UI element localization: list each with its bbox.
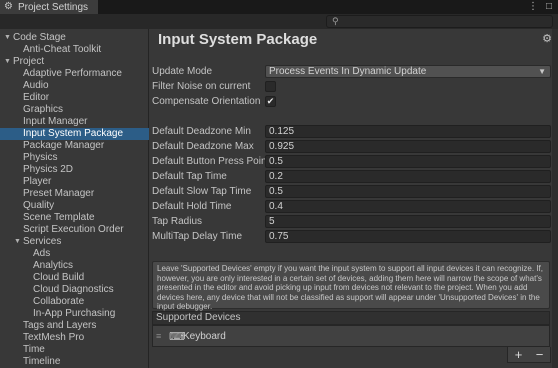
update-mode-dropdown[interactable]: Process Events In Dynamic Update ▼ xyxy=(265,65,551,78)
list-footer: + − xyxy=(507,347,551,363)
scrollbar[interactable] xyxy=(552,29,558,368)
settings-panel: Input System Package ⚙ Update Mode Proce… xyxy=(150,29,558,368)
sidebar-item-input-system-package[interactable]: Input System Package xyxy=(0,128,149,140)
search-icon: ⚲ xyxy=(332,16,339,26)
sidebar-item-time[interactable]: Time xyxy=(0,344,149,356)
button-press-point-label: Default Button Press Point xyxy=(152,156,270,167)
multitap-delay-label: MultiTap Delay Time xyxy=(152,231,243,242)
sidebar-item-code-stage[interactable]: ▼ Code Stage xyxy=(0,32,149,44)
search-input[interactable]: ⚲ xyxy=(326,15,553,28)
compensate-orientation-label: Compensate Orientation xyxy=(152,96,261,107)
sidebar-item-script-execution-order[interactable]: Script Execution Order xyxy=(0,224,149,236)
slow-tap-time-label: Default Slow Tap Time xyxy=(152,186,252,197)
filter-noise-label: Filter Noise on current xyxy=(152,81,251,92)
settings-cog-icon[interactable]: ⚙ xyxy=(542,32,552,45)
sidebar-item-ads[interactable]: Ads xyxy=(0,248,149,260)
window-tab-bar: ⚙ Project Settings ⋮ □ xyxy=(0,0,558,14)
button-press-point-field[interactable]: 0.5 xyxy=(265,155,551,168)
update-mode-label: Update Mode xyxy=(152,66,213,77)
device-label: Keyboard xyxy=(183,331,226,342)
deadzone-max-label: Default Deadzone Max xyxy=(152,141,254,152)
tap-radius-field[interactable]: 5 xyxy=(265,215,551,228)
expand-arrow-icon[interactable]: ▼ xyxy=(14,236,21,248)
close-icon[interactable]: □ xyxy=(546,1,552,12)
help-box: Leave 'Supported Devices' empty if you w… xyxy=(152,261,550,311)
multitap-delay-field[interactable]: 0.75 xyxy=(265,230,551,243)
search-row: ⚲ xyxy=(0,14,558,29)
chevron-down-icon: ▼ xyxy=(538,67,546,76)
sidebar-item-physics[interactable]: Physics xyxy=(0,152,149,164)
sidebar-item-cloud-diagnostics[interactable]: Cloud Diagnostics xyxy=(0,284,149,296)
tap-radius-label: Tap Radius xyxy=(152,216,203,227)
compensate-orientation-checkbox[interactable]: ✔ xyxy=(265,96,276,107)
sidebar-item-anti-cheat-toolkit[interactable]: Anti-Cheat Toolkit xyxy=(0,44,149,56)
sidebar-item-textmesh-pro[interactable]: TextMesh Pro xyxy=(0,332,149,344)
tap-time-label: Default Tap Time xyxy=(152,171,227,182)
sidebar-item-graphics[interactable]: Graphics xyxy=(0,104,149,116)
settings-sidebar: ▼ Code Stage Anti-Cheat Toolkit ▼ Project … xyxy=(0,29,149,368)
window-title: Project Settings xyxy=(18,1,89,13)
sidebar-item-services[interactable]: ▼ Services xyxy=(0,236,149,248)
supported-devices-label: Supported Devices xyxy=(156,312,241,323)
sidebar-item-physics-2d[interactable]: Physics 2D xyxy=(0,164,149,176)
hold-time-field[interactable]: 0.4 xyxy=(265,200,551,213)
deadzone-min-field[interactable]: 0.125 xyxy=(265,125,551,138)
supported-devices-header: Supported Devices xyxy=(152,311,550,325)
sidebar-item-quality[interactable]: Quality xyxy=(0,200,149,212)
expand-arrow-icon[interactable]: ▼ xyxy=(4,56,11,68)
drag-handle-icon[interactable]: ≡ xyxy=(156,331,161,341)
sidebar-item-scene-template[interactable]: Scene Template xyxy=(0,212,149,224)
sidebar-item-adaptive-performance[interactable]: Adaptive Performance xyxy=(0,68,149,80)
sidebar-item-preset-manager[interactable]: Preset Manager xyxy=(0,188,149,200)
page-title: Input System Package xyxy=(158,31,318,48)
deadzone-max-field[interactable]: 0.925 xyxy=(265,140,551,153)
slow-tap-time-field[interactable]: 0.5 xyxy=(265,185,551,198)
sidebar-item-audio[interactable]: Audio xyxy=(0,80,149,92)
sidebar-item-collaborate[interactable]: Collaborate xyxy=(0,296,149,308)
gear-icon: ⚙ xyxy=(4,1,13,12)
window-tab[interactable]: ⚙ Project Settings xyxy=(0,0,98,14)
sidebar-item-input-manager[interactable]: Input Manager xyxy=(0,116,149,128)
deadzone-min-label: Default Deadzone Min xyxy=(152,126,251,137)
kebab-icon[interactable]: ⋮ xyxy=(528,1,538,12)
expand-arrow-icon[interactable]: ▼ xyxy=(4,32,11,44)
sidebar-item-player[interactable]: Player xyxy=(0,176,149,188)
sidebar-item-project[interactable]: ▼ Project xyxy=(0,56,149,68)
hold-time-label: Default Hold Time xyxy=(152,201,232,212)
sidebar-item-editor[interactable]: Editor xyxy=(0,92,149,104)
sidebar-item-tags-and-layers[interactable]: Tags and Layers xyxy=(0,320,149,332)
list-item[interactable]: ≡ ⌨ Keyboard xyxy=(153,330,549,344)
sidebar-item-package-manager[interactable]: Package Manager xyxy=(0,140,149,152)
tap-time-field[interactable]: 0.2 xyxy=(265,170,551,183)
supported-devices-list: ≡ ⌨ Keyboard xyxy=(152,325,550,347)
remove-device-button[interactable]: − xyxy=(536,347,544,362)
update-mode-value: Process Events In Dynamic Update xyxy=(269,66,427,77)
sidebar-item-analytics[interactable]: Analytics xyxy=(0,260,149,272)
check-icon: ✔ xyxy=(266,96,275,106)
add-device-button[interactable]: + xyxy=(515,347,523,362)
filter-noise-checkbox[interactable] xyxy=(265,81,276,92)
sidebar-item-cloud-build[interactable]: Cloud Build xyxy=(0,272,149,284)
sidebar-item-timeline[interactable]: Timeline xyxy=(0,356,149,368)
sidebar-item-in-app-purchasing[interactable]: In-App Purchasing xyxy=(0,308,149,320)
